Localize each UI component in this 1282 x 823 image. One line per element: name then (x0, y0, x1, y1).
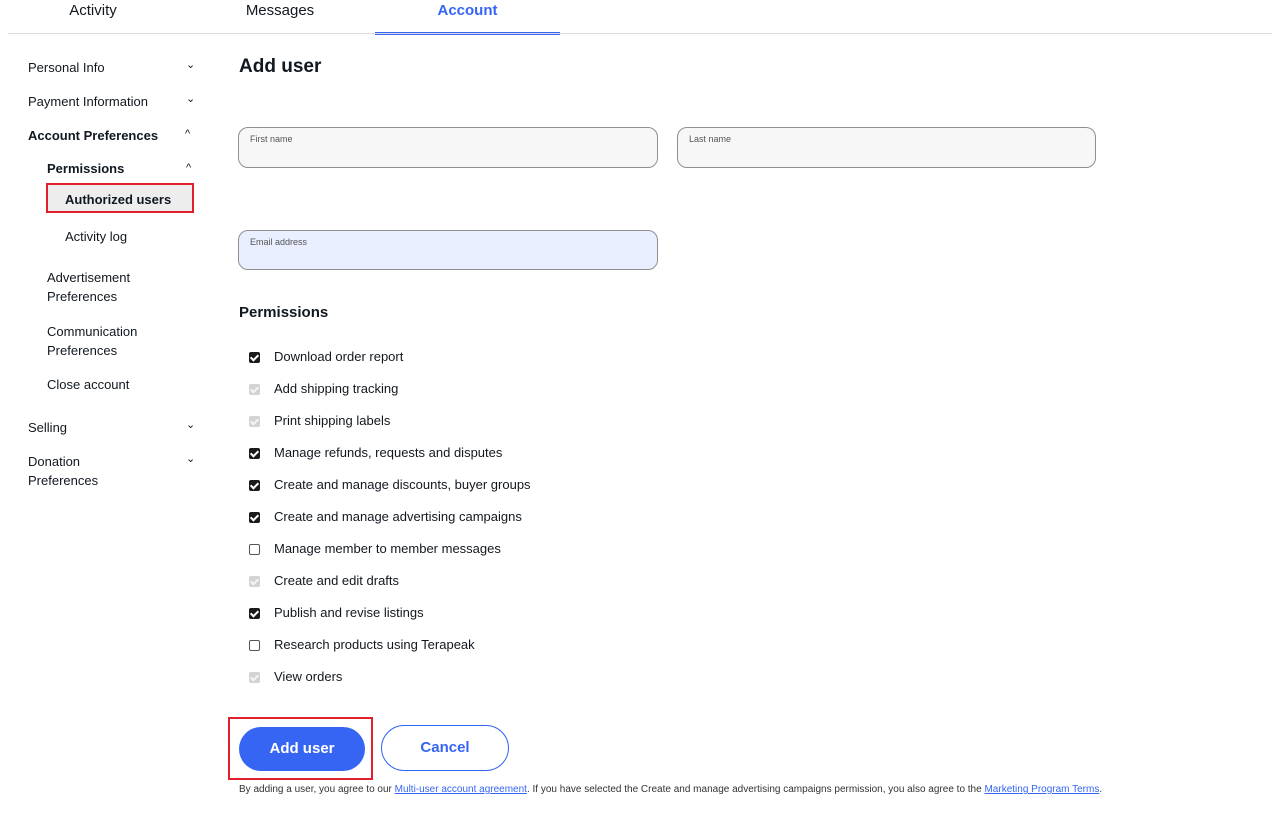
first-name-label: First name (250, 134, 293, 144)
chevron-down-icon[interactable]: ⌄ (186, 452, 195, 465)
email-field[interactable]: Email address (238, 230, 658, 270)
legal-notice: By adding a user, you agree to our Multi… (239, 782, 1119, 798)
page-title: Add user (239, 56, 322, 77)
permission-option: View orders (249, 668, 669, 688)
tab-account-label: Account (437, 2, 498, 19)
sidebar-item-payment-information[interactable]: Payment Information (28, 92, 148, 111)
chevron-up-icon[interactable]: ^ (186, 162, 191, 174)
permission-option[interactable]: Manage member to member messages (249, 540, 669, 560)
sidebar-item-account-preferences[interactable]: Account Preferences (28, 126, 158, 145)
permission-checkbox[interactable] (249, 640, 260, 651)
sidebar-item-label: Permissions (47, 161, 125, 176)
legal-text: By adding a user, you agree to our (239, 784, 395, 795)
permission-label: Research products using Terapeak (274, 637, 475, 652)
sidebar-item-authorized-users[interactable]: Authorized users (65, 190, 171, 209)
marketing-program-terms-link[interactable]: Marketing Program Terms (984, 784, 1099, 795)
permission-checkbox[interactable] (249, 512, 260, 523)
permission-label: View orders (274, 669, 343, 684)
sidebar-item-advertisement-preferences[interactable]: Advertisement Preferences (47, 268, 130, 306)
permission-option[interactable]: Download order report (249, 348, 669, 368)
permission-checkbox[interactable] (249, 608, 260, 619)
top-tabs: Activity Messages Account (0, 0, 1282, 35)
sidebar-item-label: Preferences (47, 289, 118, 304)
sidebar-item-label: Activity log (65, 229, 128, 244)
last-name-field[interactable]: Last name (677, 127, 1096, 168)
sidebar-item-activity-log[interactable]: Activity log (65, 227, 127, 246)
sidebar-item-label: Advertisement (47, 270, 131, 285)
permission-option: Create and edit drafts (249, 572, 669, 592)
sidebar-item-communication-preferences[interactable]: Communication Preferences (47, 322, 137, 360)
permission-checkbox[interactable] (249, 480, 260, 491)
permission-label: Add shipping tracking (274, 381, 399, 396)
email-label: Email address (250, 237, 308, 247)
tab-account[interactable]: Account (375, 2, 560, 35)
permission-option: Add shipping tracking (249, 380, 669, 400)
permission-checkbox (249, 672, 260, 683)
permission-label: Create and manage discounts, buyer group… (274, 477, 531, 492)
legal-text: . If you have selected the Create and ma… (526, 784, 985, 795)
chevron-down-icon[interactable]: ⌄ (186, 418, 195, 431)
tab-messages[interactable]: Messages (215, 2, 345, 32)
permission-checkbox[interactable] (249, 544, 260, 555)
permission-label: Manage refunds, requests and disputes (274, 445, 503, 460)
permission-checkbox (249, 576, 260, 587)
sidebar-item-label: Authorized users (65, 192, 172, 207)
sidebar-item-label: Selling (28, 420, 68, 435)
permission-option[interactable]: Manage refunds, requests and disputes (249, 444, 669, 464)
first-name-field[interactable]: First name (238, 127, 658, 168)
cancel-button[interactable]: Cancel (381, 725, 509, 771)
sidebar-item-permissions[interactable]: Permissions (47, 159, 124, 178)
sidebar-item-label: Payment Information (28, 94, 148, 109)
permission-label: Download order report (274, 349, 404, 364)
permission-checkbox[interactable] (249, 352, 260, 363)
multi-user-agreement-link[interactable]: Multi-user account agreement (395, 784, 527, 795)
last-name-label: Last name (689, 134, 732, 144)
sidebar-item-label: Donation (28, 454, 81, 469)
sidebar-item-label: Close account (47, 377, 130, 392)
permission-label: Create and edit drafts (274, 573, 400, 588)
permission-option[interactable]: Create and manage advertising campaigns (249, 508, 669, 528)
permission-option[interactable]: Create and manage discounts, buyer group… (249, 476, 669, 496)
tab-activity[interactable]: Activity (28, 2, 158, 32)
sidebar-item-label: Communication (47, 324, 138, 339)
chevron-up-icon[interactable]: ^ (185, 128, 190, 140)
permission-option[interactable]: Research products using Terapeak (249, 636, 669, 656)
add-user-button[interactable]: Add user (239, 727, 365, 771)
sidebar-item-label: Account Preferences (28, 128, 159, 143)
sidebar-item-close-account[interactable]: Close account (47, 375, 129, 394)
sidebar-item-personal-info[interactable]: Personal Info (28, 58, 105, 77)
first-name-input[interactable] (249, 148, 504, 164)
sidebar-item-donation-preferences[interactable]: Donation Preferences (28, 452, 98, 490)
permission-option: Print shipping labels (249, 412, 669, 432)
tabs-divider (8, 33, 1272, 34)
sidebar-item-label: Preferences (28, 473, 99, 488)
permission-checkbox (249, 384, 260, 395)
permission-checkbox (249, 416, 260, 427)
chevron-down-icon[interactable]: ⌄ (186, 92, 195, 105)
last-name-input[interactable] (688, 148, 943, 164)
permission-label: Create and manage advertising campaigns (274, 509, 522, 524)
permission-label: Print shipping labels (274, 413, 391, 428)
permission-label: Publish and revise listings (274, 605, 424, 620)
permissions-heading: Permissions (239, 304, 329, 321)
email-input[interactable] (249, 251, 504, 267)
permission-option[interactable]: Publish and revise listings (249, 604, 669, 624)
chevron-down-icon[interactable]: ⌄ (186, 58, 195, 71)
sidebar-item-selling[interactable]: Selling (28, 418, 67, 437)
permission-checkbox[interactable] (249, 448, 260, 459)
sidebar-item-label: Personal Info (28, 60, 105, 75)
permission-label: Manage member to member messages (274, 541, 501, 556)
legal-text: . (1099, 784, 1103, 795)
sidebar-item-label: Preferences (47, 343, 118, 358)
